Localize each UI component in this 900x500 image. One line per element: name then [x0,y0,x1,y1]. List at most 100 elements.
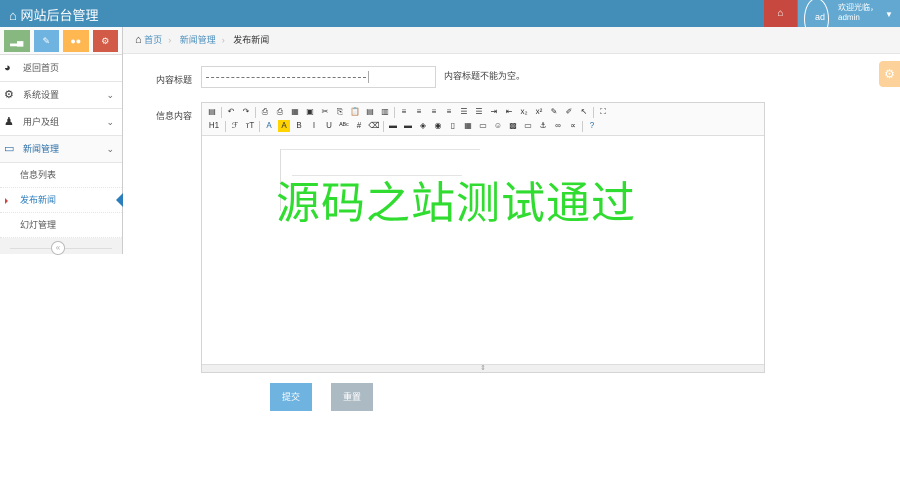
toolbar-separator [593,106,594,118]
brand-title: 网站后台管理 [20,8,99,23]
pencil-button[interactable]: ✎ [33,30,59,52]
strikethrough-icon[interactable]: ᴬᴮᶜ [338,120,350,132]
subscript-icon[interactable]: x₂ [518,106,530,118]
sidebar-subitem-publish[interactable]: 发布新闻 [0,188,123,213]
ordered-list-icon[interactable]: ☰ [458,106,470,118]
fore-color-icon[interactable]: A [263,120,275,132]
breadcrumb-home[interactable]: 首页 [144,35,162,45]
chevron-down-icon: ⌄ [106,117,114,127]
breadcrumb-current: 发布新闻 [233,35,270,45]
hr-icon[interactable]: # [353,120,365,132]
title-label: 内容标题 [156,75,193,85]
users-icon: ♟ [4,116,14,128]
rich-text-editor[interactable]: ▤ ↶ ↷ ⎙ ⎙ ▦ ▣ ✂ ⎘ 📋 ▤ ▥ ≡ ≡ ≡ ≡ ☰ ☰ ⇥ ⇤ x₂ x² ✎ ✐ ↖ ⛶ H1 ℱᴛT A A B I Uᴬ… [201,102,765,373]
underline-icon[interactable]: U [323,120,335,132]
paste-text-icon[interactable]: ▤ [364,106,376,118]
map-icon[interactable]: ▩ [507,120,519,132]
unordered-list-icon[interactable]: ☰ [473,106,485,118]
image-icon[interactable]: ▬ [387,120,399,132]
username: admin [838,13,860,22]
quick-format-icon[interactable]: ✐ [563,106,575,118]
outdent-icon[interactable]: ⇤ [503,106,515,118]
sidebar-item-label: 用户及组 [23,117,60,127]
submit-button[interactable]: 提交 [270,383,312,411]
page-break-icon[interactable]: ▭ [477,120,489,132]
paste-icon[interactable]: 📋 [349,106,361,118]
bold-icon[interactable]: B [293,120,305,132]
sidebar-item-home[interactable]: ◕ 返回首页 [0,55,122,82]
content-label: 信息内容 [156,111,193,121]
sidebar-subitem-list[interactable]: 信息列表 [0,163,122,188]
sidebar-subitem-slides[interactable]: 幻灯管理 [0,213,122,238]
collapse-button[interactable]: « [51,241,65,255]
chevron-down-icon: ⌄ [106,144,114,154]
paste-word-icon[interactable]: ▥ [379,106,391,118]
insert-file-icon[interactable]: ▯ [447,120,459,132]
unlink-icon[interactable]: ∝ [567,120,579,132]
line-height-icon[interactable]: ᴛT [244,120,256,132]
align-right-icon[interactable]: ≡ [428,106,440,118]
clear-format-icon[interactable]: ✎ [548,106,560,118]
indent-icon[interactable]: ⇥ [488,106,500,118]
copy-icon[interactable]: ⎘ [334,106,346,118]
italic-icon[interactable]: I [308,120,320,132]
superscript-icon[interactable]: x² [533,106,545,118]
sidebar-collapse: « [0,238,122,258]
heading-button[interactable]: H1 [206,120,222,132]
cogs-icon: ⚙ [101,36,110,46]
signal-button[interactable]: ▂▄ [4,30,30,52]
code-icon[interactable]: ▭ [522,120,534,132]
preview-icon[interactable]: ⎙ [259,106,271,118]
eraser-icon[interactable]: ⌫ [368,120,380,132]
sidebar-item-users[interactable]: ♟ 用户及组 ⌄ [0,109,122,136]
font-size-icon[interactable]: ℱ [229,120,241,132]
link-icon[interactable]: ∞ [552,120,564,132]
dashboard-icon: ◕ [4,62,11,74]
emoticon-icon[interactable]: ☺ [492,120,504,132]
home-icon: ⌂ [777,8,784,19]
brand[interactable]: ⌂ 网站后台管理 [9,5,98,24]
undo-icon[interactable]: ↶ [225,106,237,118]
top-navbar: ⌂ 网站后台管理 ⌂ ad 欢迎光临， admin ▼ [0,0,900,40]
cogs-button[interactable]: ⚙ [92,30,118,52]
align-center-icon[interactable]: ≡ [413,106,425,118]
justify-icon[interactable]: ≡ [443,106,455,118]
home-icon: ⌂ [135,34,142,46]
help-icon[interactable]: ? [586,120,598,132]
select-all-icon[interactable]: ▣ [304,106,316,118]
home-button[interactable]: ⌂ [764,0,797,27]
align-left-icon[interactable]: ≡ [398,106,410,118]
toolbar-separator [225,120,226,132]
breadcrumb-section[interactable]: 新闻管理 [180,35,216,45]
toolbar-separator [582,120,583,132]
print-icon[interactable]: ⎙ [274,106,286,118]
users-icon: ●● [70,36,82,46]
watermark-text: 源码之站测试通过 [276,178,636,229]
flash-icon[interactable]: ◈ [417,120,429,132]
anchor-icon[interactable]: ⚓ [537,120,549,132]
text-cursor [368,71,369,83]
sidebar-item-settings[interactable]: ⚙ 系统设置 ⌄ [0,82,122,109]
users-button[interactable]: ●● [63,30,89,52]
fullscreen-icon[interactable]: ⛶ [597,106,609,118]
welcome-label: 欢迎光临， [838,3,878,12]
table-icon[interactable]: ▦ [462,120,474,132]
media-icon[interactable]: ◉ [432,120,444,132]
reset-button[interactable]: 重置 [331,383,373,411]
toolbar-separator [221,106,222,118]
select-icon[interactable]: ↖ [578,106,590,118]
redo-icon[interactable]: ↷ [240,106,252,118]
avatar-alt: ad [815,12,826,22]
hilite-color-icon[interactable]: A [278,120,290,132]
template-icon[interactable]: ▦ [289,106,301,118]
title-input[interactable] [201,66,436,88]
settings-toggle[interactable]: ⚙ [879,61,900,87]
multi-image-icon[interactable]: ▬ [402,120,414,132]
source-icon[interactable]: ▤ [206,106,218,118]
sidebar-item-news[interactable]: ▭ 新闻管理 ⌄ [0,136,122,163]
cut-icon[interactable]: ✂ [319,106,331,118]
gear-icon: ⚙ [884,67,895,81]
editor-resize-bar[interactable]: ⇕ [202,364,764,372]
sidebar-item-label: 新闻管理 [23,144,60,154]
user-menu[interactable]: ad 欢迎光临， admin ▼ [798,0,900,40]
